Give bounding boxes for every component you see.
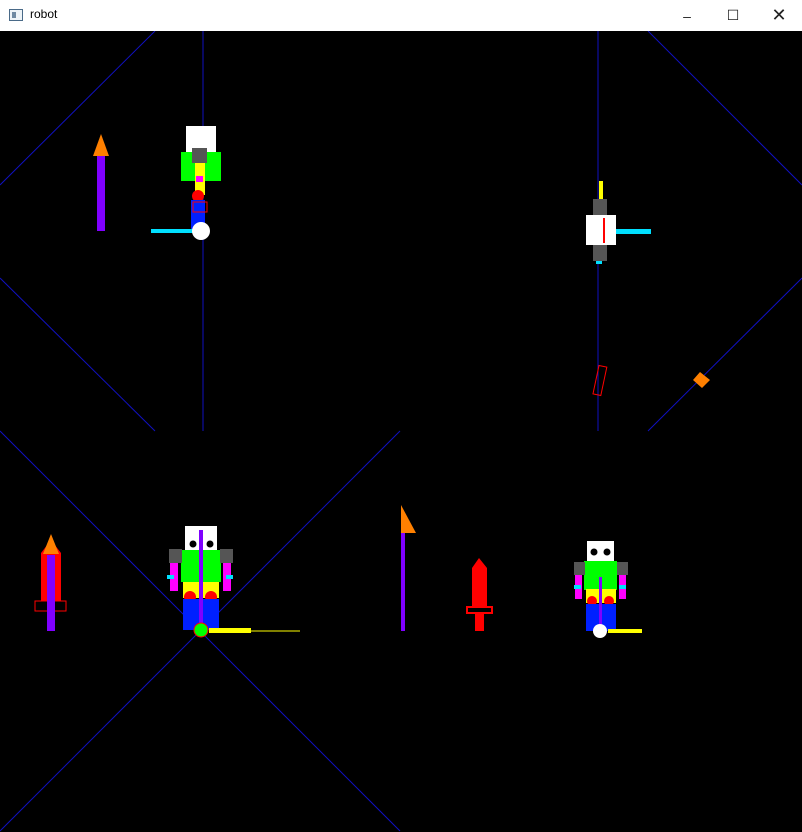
shoulder [192,148,207,163]
arrow-head [93,134,109,156]
persp-shoulder-right [617,562,628,575]
robot-top-view [586,181,651,264]
maximize-button[interactable]: ☐ [710,0,756,31]
arrow-top-left [93,134,109,231]
arrow-head-left [43,534,59,554]
sword-bottom-left [34,534,67,631]
foot-top [616,229,651,234]
front-shoulder-left [169,549,182,563]
top-left-diagonal-upper [0,31,156,186]
front-eye-right [206,540,214,548]
wheel [192,222,210,240]
minimize-button[interactable]: – [664,0,710,31]
sword-sliver [603,218,605,243]
elbow [196,176,203,182]
app-window: robot – ☐ ✕ [0,0,802,832]
robot-front-view [167,526,300,638]
persp-eye-right [603,548,611,556]
sword-blade-right [472,568,487,606]
minimize-icon: – [683,7,691,24]
front-hand-right [226,575,233,579]
sword-guard-gap [468,608,491,612]
arrow-head-right [401,505,416,533]
persp-hand-right [619,585,626,589]
arrow-top-view [693,372,710,388]
robot-perspective-view [574,541,642,638]
top-right-diagonal-lower [647,277,802,432]
maximize-icon: ☐ [726,7,740,23]
sword-tip-right [472,558,487,568]
arrow-shaft [97,152,105,231]
top-right-diagonal-upper [647,31,802,186]
persp-wheel [593,624,607,638]
persp-shoulder-left [574,562,585,575]
foot-bar [151,229,197,233]
persp-foot [608,629,642,633]
arrow-shaft-left [47,555,55,631]
front-hand-left [167,575,174,579]
shoulder-bottom [593,245,607,261]
close-icon: ✕ [771,5,787,25]
persp-staff [599,577,602,631]
sword-handle-right [475,614,484,631]
window-title: robot [30,7,58,21]
arm-stick [599,181,603,201]
persp-hand-left [574,585,581,589]
shoulder-top [593,199,607,215]
hand-dot [596,261,602,264]
app-icon [9,9,23,21]
front-foot [209,628,251,633]
arrow-bottom-right [401,505,416,631]
close-button[interactable]: ✕ [756,0,802,31]
top-left-diagonal-lower [0,277,156,432]
front-eye-left [189,540,197,548]
arrow-shaft-right [401,527,405,631]
front-staff [199,530,203,630]
opengl-viewport[interactable] [0,31,802,832]
title-bar[interactable]: robot – ☐ ✕ [0,0,802,32]
guide-lines [0,31,802,832]
robot-side-view [151,126,221,240]
front-wheel [193,622,209,638]
front-shoulder-right [220,549,233,563]
scene-canvas [0,31,802,832]
head-top [586,215,616,245]
persp-eye-left [590,548,598,556]
sword-bottom-right [466,558,493,631]
sword-top-view [592,364,608,397]
